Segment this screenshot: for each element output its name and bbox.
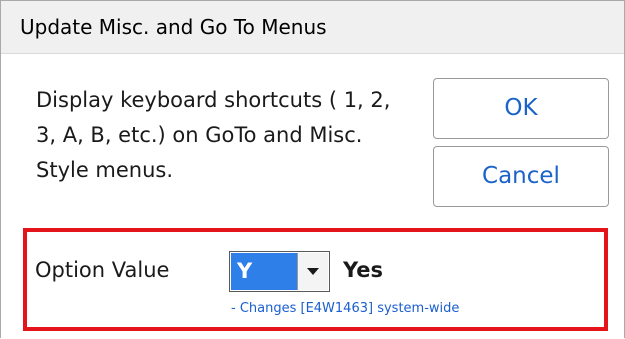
description-text: Display keyboard shortcuts ( 1, 2, 3, A,… xyxy=(36,88,391,182)
option-value-label: Option Value xyxy=(35,258,170,282)
dialog-title: Update Misc. and Go To Menus xyxy=(20,15,327,39)
chevron-down-icon[interactable] xyxy=(297,253,328,290)
ok-button[interactable]: OK xyxy=(433,78,609,139)
option-value-selected[interactable]: Y xyxy=(231,253,297,290)
cancel-button[interactable]: Cancel xyxy=(433,146,609,207)
system-wide-note: - Changes [E4W1463] system-wide xyxy=(231,301,460,316)
option-value-description: Yes xyxy=(343,258,384,282)
title-bar: Update Misc. and Go To Menus xyxy=(1,1,624,54)
option-value-dropdown[interactable]: Y xyxy=(229,251,330,292)
